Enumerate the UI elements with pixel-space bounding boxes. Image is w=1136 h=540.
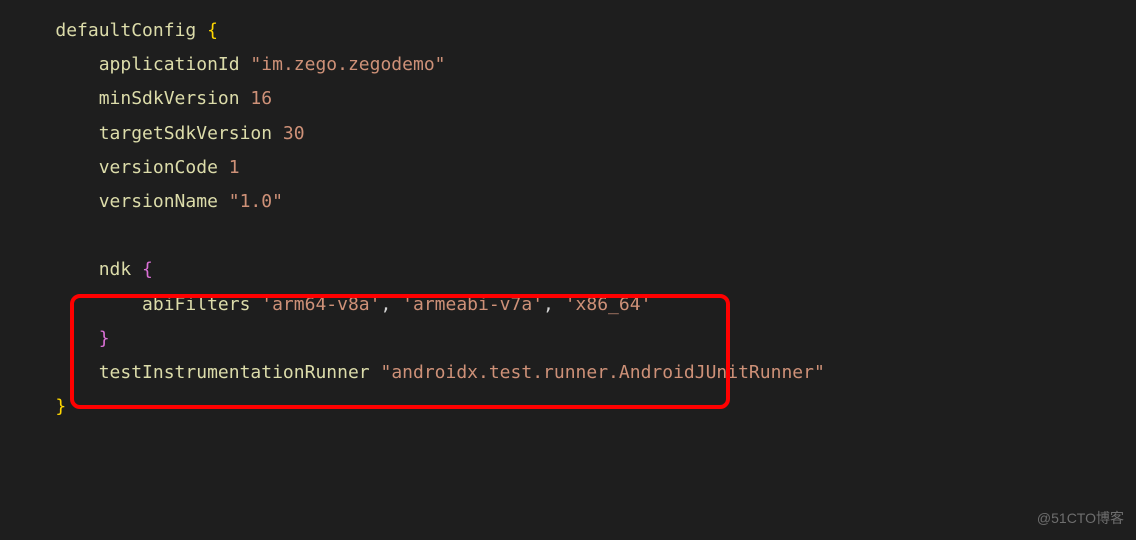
key-minsdk: minSdkVersion	[99, 88, 240, 109]
value-abi3: 'x86_64'	[554, 294, 652, 315]
code-line: abiFilters 'arm64-v8a', 'armeabi-v7a', '…	[12, 288, 1136, 322]
code-block: defaultConfig { applicationId "im.zego.z…	[12, 14, 1136, 424]
code-line: }	[12, 390, 1136, 424]
code-line: targetSdkVersion 30	[12, 117, 1136, 151]
code-line: defaultConfig {	[12, 14, 1136, 48]
value-abi1: 'arm64-v8a'	[250, 294, 380, 315]
brace-open: {	[196, 20, 218, 41]
value-targetsdk: 30	[272, 123, 305, 144]
value-versionname: "1.0"	[218, 191, 283, 212]
key-ndk: ndk	[99, 259, 132, 280]
code-line: ndk {	[12, 253, 1136, 287]
key-versionname: versionName	[99, 191, 218, 212]
code-line-blank	[12, 219, 1136, 253]
value-applicationid: "im.zego.zegodemo"	[240, 54, 446, 75]
value-versioncode: 1	[218, 157, 240, 178]
code-line: testInstrumentationRunner "androidx.test…	[12, 356, 1136, 390]
brace-open: {	[131, 259, 153, 280]
code-line: }	[12, 322, 1136, 356]
key-abifilters: abiFilters	[142, 294, 250, 315]
value-testrunner: "androidx.test.runner.AndroidJUnitRunner…	[370, 362, 825, 383]
value-minsdk: 16	[240, 88, 273, 109]
code-line: versionName "1.0"	[12, 185, 1136, 219]
keyword-defaultconfig: defaultConfig	[55, 20, 196, 41]
code-line: versionCode 1	[12, 151, 1136, 185]
key-applicationid: applicationId	[99, 54, 240, 75]
key-versioncode: versionCode	[99, 157, 218, 178]
watermark-text: @51CTO博客	[1037, 505, 1124, 532]
key-testrunner: testInstrumentationRunner	[99, 362, 370, 383]
value-abi2: 'armeabi-v7a'	[391, 294, 543, 315]
brace-close: }	[55, 396, 66, 417]
code-line: applicationId "im.zego.zegodemo"	[12, 48, 1136, 82]
brace-close: }	[99, 328, 110, 349]
key-targetsdk: targetSdkVersion	[99, 123, 272, 144]
code-line: minSdkVersion 16	[12, 82, 1136, 116]
